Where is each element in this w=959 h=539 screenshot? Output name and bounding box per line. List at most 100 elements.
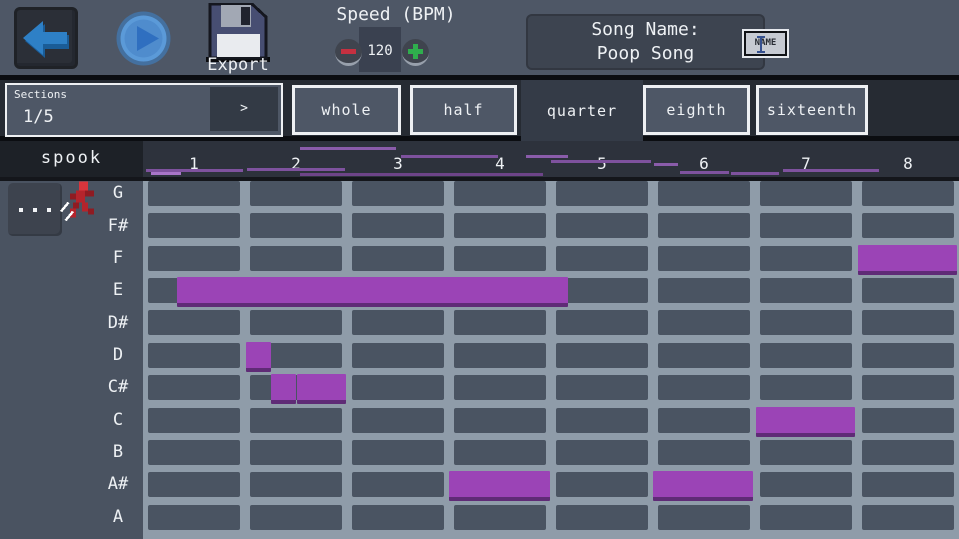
grid-cell[interactable] [760, 278, 852, 303]
grid-cell[interactable] [454, 310, 546, 335]
duration-button-quarter[interactable]: quarter [521, 80, 643, 141]
grid-cell[interactable] [352, 310, 444, 335]
grid-cell[interactable] [658, 375, 750, 400]
grid-cell[interactable] [352, 472, 444, 497]
grid-cell[interactable] [760, 343, 852, 368]
grid-cell[interactable] [148, 472, 240, 497]
grid-cell[interactable] [760, 310, 852, 335]
grid-cell[interactable] [658, 213, 750, 238]
grid-cell[interactable] [556, 472, 648, 497]
more-options-button[interactable] [8, 183, 62, 236]
grid-cell[interactable] [148, 505, 240, 530]
grid-cell[interactable] [454, 408, 546, 433]
grid-cell[interactable] [862, 408, 954, 433]
grid-cell[interactable] [352, 181, 444, 206]
grid-cell[interactable] [556, 343, 648, 368]
grid-cell[interactable] [148, 408, 240, 433]
note-F[interactable] [858, 245, 957, 275]
grid-cell[interactable] [556, 278, 648, 303]
note-Asharp[interactable] [653, 471, 753, 501]
grid-cell[interactable] [556, 246, 648, 271]
duration-button-eighth[interactable]: eighth [643, 85, 750, 135]
grid-cell[interactable] [454, 505, 546, 530]
grid-cell[interactable] [658, 408, 750, 433]
track-tab-spook[interactable]: spook [0, 141, 143, 177]
note-Csharp[interactable] [297, 374, 346, 404]
note-E[interactable] [177, 277, 568, 307]
grid-cell[interactable] [250, 505, 342, 530]
grid-cell[interactable] [148, 375, 240, 400]
grid-cell[interactable] [862, 472, 954, 497]
grid-cell[interactable] [250, 181, 342, 206]
grid-cell[interactable] [556, 440, 648, 465]
grid-cell[interactable] [556, 181, 648, 206]
bpm-decrease-button[interactable] [335, 39, 362, 66]
grid-cell[interactable] [148, 343, 240, 368]
grid-cell[interactable] [148, 310, 240, 335]
export-button[interactable]: Export [196, 0, 280, 75]
grid-cell[interactable] [658, 246, 750, 271]
grid-cell[interactable] [658, 181, 750, 206]
bpm-increase-button[interactable] [402, 39, 429, 66]
grid-cell[interactable] [862, 505, 954, 530]
grid-cell[interactable] [658, 505, 750, 530]
grid-cell[interactable] [148, 213, 240, 238]
grid-cell[interactable] [352, 440, 444, 465]
grid-cell[interactable] [760, 505, 852, 530]
grid-cell[interactable] [760, 440, 852, 465]
grid-cell[interactable] [658, 310, 750, 335]
note-Asharp[interactable] [449, 471, 550, 501]
grid-cell[interactable] [454, 181, 546, 206]
grid-cell[interactable] [862, 440, 954, 465]
grid-cell[interactable] [658, 343, 750, 368]
grid-cell[interactable] [250, 213, 342, 238]
grid-cell[interactable] [760, 375, 852, 400]
runner-instrument-icon[interactable] [58, 181, 100, 227]
grid-cell[interactable] [556, 375, 648, 400]
grid-cell[interactable] [862, 310, 954, 335]
grid-cell[interactable] [862, 278, 954, 303]
grid-cell[interactable] [250, 246, 342, 271]
duration-button-half[interactable]: half [410, 85, 517, 135]
grid-cell[interactable] [556, 408, 648, 433]
grid-cell[interactable] [148, 181, 240, 206]
grid-cell[interactable] [352, 375, 444, 400]
grid-cell[interactable] [454, 213, 546, 238]
grid-cell[interactable] [148, 246, 240, 271]
grid-cell[interactable] [556, 505, 648, 530]
grid-cell[interactable] [352, 343, 444, 368]
grid-cell[interactable] [556, 310, 648, 335]
grid-cell[interactable] [454, 375, 546, 400]
grid-cell[interactable] [760, 472, 852, 497]
grid-cell[interactable] [352, 505, 444, 530]
grid-cell[interactable] [760, 213, 852, 238]
next-section-button[interactable]: > [210, 87, 278, 131]
grid-cell[interactable] [148, 440, 240, 465]
grid-cell[interactable] [760, 181, 852, 206]
grid-cell[interactable] [250, 310, 342, 335]
note-C[interactable] [756, 407, 855, 437]
grid-cell[interactable] [250, 472, 342, 497]
grid-cell[interactable] [760, 246, 852, 271]
grid-cell[interactable] [352, 408, 444, 433]
grid-cell[interactable] [862, 343, 954, 368]
grid-cell[interactable] [862, 181, 954, 206]
grid-cell[interactable] [352, 246, 444, 271]
grid-cell[interactable] [250, 408, 342, 433]
grid-cell[interactable] [556, 213, 648, 238]
grid-cell[interactable] [862, 213, 954, 238]
grid-cell[interactable] [250, 440, 342, 465]
duration-button-whole[interactable]: whole [292, 85, 401, 135]
grid-cell[interactable] [658, 440, 750, 465]
duration-button-sixteenth[interactable]: sixteenth [756, 85, 868, 135]
grid-cell[interactable] [454, 343, 546, 368]
grid-cell[interactable] [454, 440, 546, 465]
grid-cell[interactable] [658, 278, 750, 303]
play-button[interactable] [115, 10, 172, 67]
note-D[interactable] [246, 342, 271, 372]
grid-cell[interactable] [352, 213, 444, 238]
note-Csharp[interactable] [271, 374, 296, 404]
grid-cell[interactable] [454, 246, 546, 271]
back-button[interactable] [14, 7, 78, 69]
grid-cell[interactable] [862, 375, 954, 400]
